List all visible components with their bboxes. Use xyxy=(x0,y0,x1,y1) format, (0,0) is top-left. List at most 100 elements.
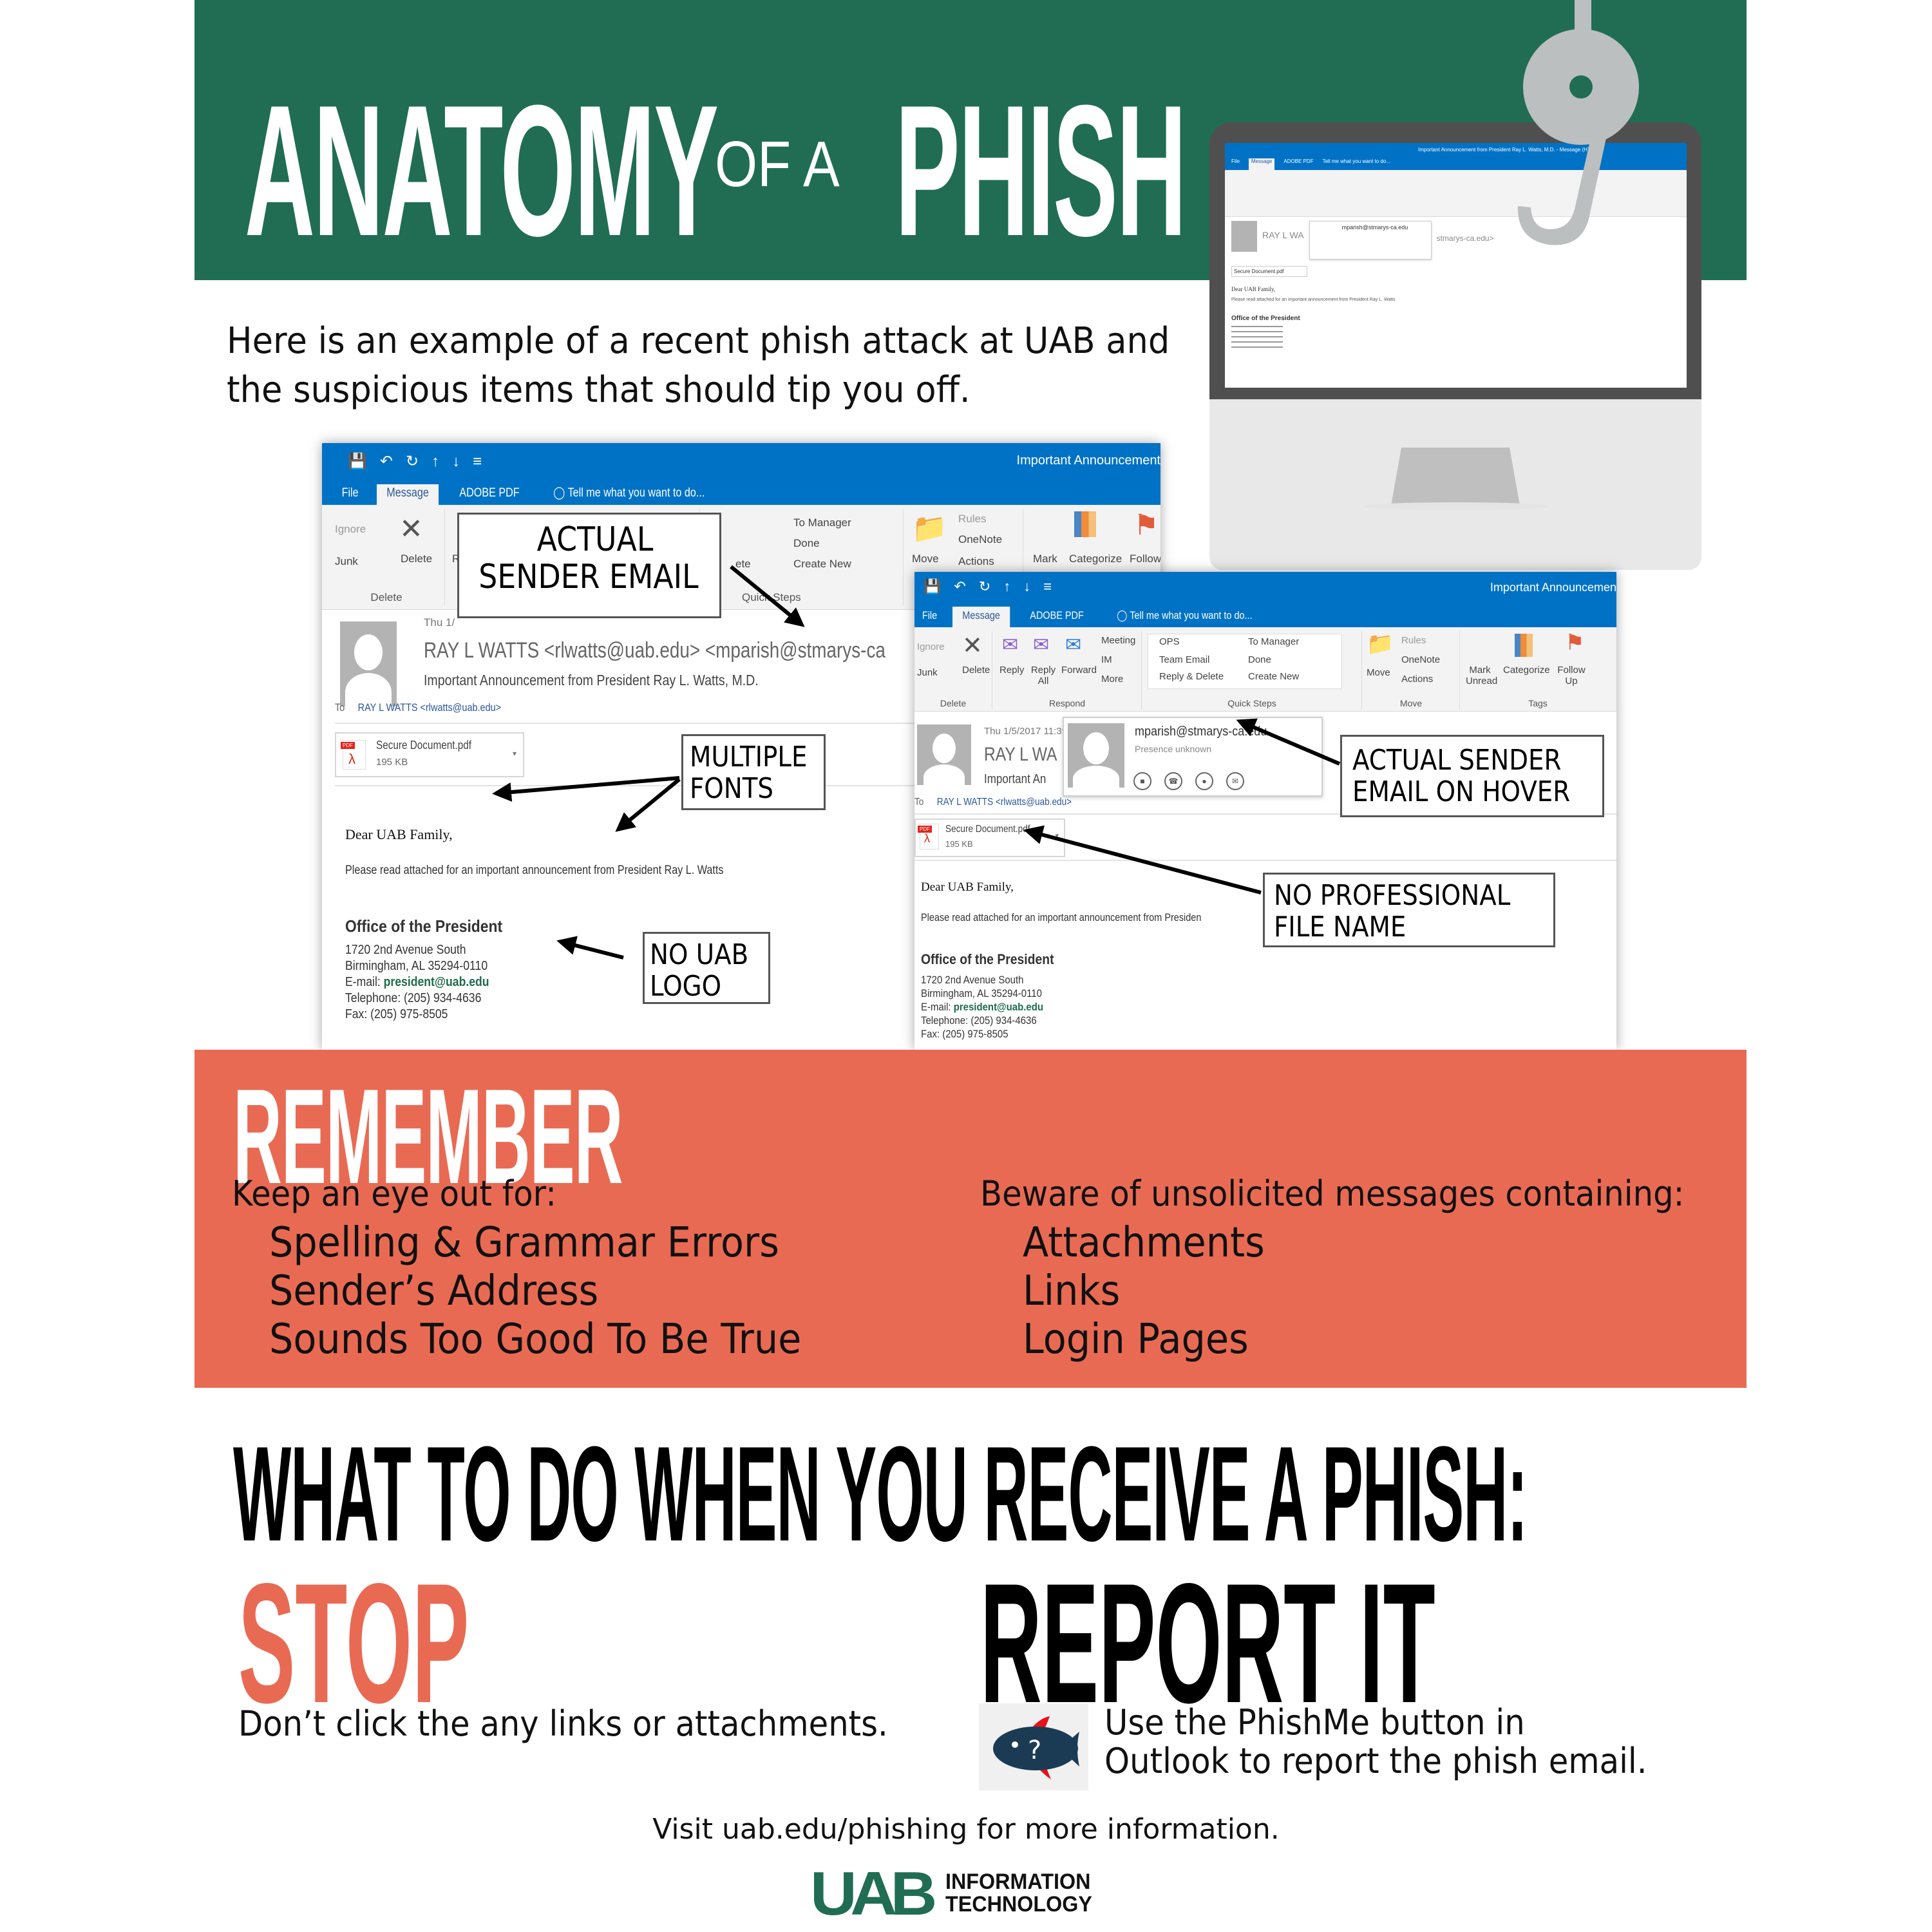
window-titlebar: 💾↶↻↑↓≡ Important Announcement xyxy=(322,443,1160,479)
ribbon-group-respond: ✉ Reply ✉ Reply All ✉ Forward Meeting IM… xyxy=(993,631,1142,710)
junk-button[interactable]: Junk xyxy=(917,667,938,678)
onenote-button[interactable]: OneNote xyxy=(1401,654,1440,665)
follow-up-button[interactable]: Follow xyxy=(1130,553,1160,565)
more-button[interactable]: More xyxy=(1101,674,1123,685)
video-icon[interactable]: ● xyxy=(1195,772,1213,790)
tab-message[interactable]: Message xyxy=(952,607,1010,627)
sig-address-1: 1720 2nd Avenue South xyxy=(921,974,1024,986)
rules-button[interactable]: Rules xyxy=(958,513,986,526)
delete-button[interactable]: Delete xyxy=(401,553,432,565)
group-label: Move xyxy=(1399,698,1423,708)
sender-avatar xyxy=(917,724,971,785)
forward-button[interactable]: Forward xyxy=(1061,665,1097,676)
mark-unread-button[interactable]: Mark xyxy=(1033,553,1057,565)
signature-title: Office of the President xyxy=(345,916,503,936)
attachment-chip[interactable]: PDF λ Secure Document.pdf 195 KB ▾ xyxy=(914,819,1065,857)
title-of-a: OF A xyxy=(715,128,840,200)
attachment-size: 195 KB xyxy=(376,757,408,768)
reply-button[interactable]: Reply xyxy=(999,665,1024,676)
tab-message[interactable]: Message xyxy=(376,484,439,505)
categorize-button[interactable]: Categorize xyxy=(1069,553,1122,565)
quick-access-toolbar-icons: 💾↶↻↑↓≡ xyxy=(923,578,1065,594)
mini-avatar xyxy=(1231,221,1257,252)
quickstep-to-manager[interactable]: To Manager xyxy=(1248,636,1299,647)
callout-multiple-fonts: MULTIPLE FONTS xyxy=(681,734,826,810)
junk-button[interactable]: Junk xyxy=(335,555,358,568)
lightbulb-icon: ◯ xyxy=(553,486,568,500)
ignore-button[interactable]: Ignore xyxy=(335,523,366,536)
reply-all-icon: ✉ xyxy=(1033,634,1050,656)
im-button[interactable]: IM xyxy=(1101,654,1112,665)
rules-button[interactable]: Rules xyxy=(1401,635,1426,646)
ribbon-group-tags: Mark Unread Categorize ⚑ Follow Up Tags xyxy=(1461,630,1615,710)
group-label: Quick Steps xyxy=(742,591,801,603)
sig-email-link[interactable]: president@uab.edu xyxy=(384,975,489,989)
tab-file[interactable]: File xyxy=(914,607,947,627)
quickstep-create-new[interactable]: Create New xyxy=(793,558,851,571)
mini-please: Please read attached for an important an… xyxy=(1231,298,1396,302)
tab-adobe-pdf[interactable]: ADOBE PDF xyxy=(450,484,529,505)
quickstep-team-email[interactable]: Team Email xyxy=(1159,654,1209,665)
tab-adobe-pdf[interactable]: ADOBE PDF xyxy=(1020,607,1094,627)
left-item: Sender’s Address xyxy=(269,1267,599,1315)
from-field[interactable]: RAY L WATTS <rlwatts@uab.edu> <mparish@s… xyxy=(424,638,886,663)
categorize-button[interactable]: Categorize xyxy=(1503,665,1550,676)
attachment-name: Secure Document.pdf xyxy=(376,739,471,752)
group-label: Delete xyxy=(370,591,402,603)
reply-all-button[interactable]: Reply All xyxy=(1030,665,1056,687)
pdf-icon: PDF λ xyxy=(918,824,939,849)
sig-fax: Fax: (205) 975-8505 xyxy=(921,1028,1009,1040)
mini-dear: Dear UAB Family, xyxy=(1231,286,1276,292)
chevron-down-icon: ▾ xyxy=(1055,832,1059,840)
quickstep-reply-delete[interactable]: ete xyxy=(735,558,751,571)
tell-me-search[interactable]: ◯ Tell me what you want to do... xyxy=(1107,607,1262,627)
move-folder-icon: 📁 xyxy=(1367,632,1394,656)
delete-button[interactable]: Delete xyxy=(962,665,990,676)
mini-tab: File xyxy=(1231,158,1240,164)
from-field[interactable]: RAY L WA xyxy=(984,744,1057,766)
quickstep-reply-delete[interactable]: Reply & Delete xyxy=(1159,671,1224,682)
sig-email: E-mail: president@uab.edu xyxy=(921,1001,1043,1013)
ignore-button[interactable]: Ignore xyxy=(917,641,945,652)
quickstep-create-new[interactable]: Create New xyxy=(1248,671,1299,682)
onenote-button[interactable]: OneNote xyxy=(958,533,1002,546)
ribbon-group-delete: Ignore Junk ✕ Delete Delete xyxy=(328,509,445,605)
sig-email-link[interactable]: president@uab.edu xyxy=(954,1001,1043,1013)
to-field[interactable]: To RAY L WATTS <rlwatts@uab.edu> xyxy=(914,797,1072,808)
to-field[interactable]: To RAY L WATTS <rlwatts@uab.edu> xyxy=(335,701,501,714)
quickstep-to-manager[interactable]: To Manager xyxy=(793,516,851,529)
hover-email: mparish@stmarys-ca.edu xyxy=(1135,724,1267,739)
follow-up-button[interactable]: Follow Up xyxy=(1557,665,1586,687)
tab-file[interactable]: File xyxy=(322,484,368,505)
quickstep-done[interactable]: Done xyxy=(1248,654,1271,665)
title-anatomy: ANATOMY xyxy=(245,66,719,275)
attachment-chip[interactable]: PDF λ Secure Document.pdf 195 KB ▾ xyxy=(335,732,524,777)
mini-tab: Message xyxy=(1248,158,1275,170)
title-phish: PHISH xyxy=(895,66,1187,275)
quickstep-ops[interactable]: OPS xyxy=(1159,636,1180,647)
meeting-button[interactable]: Meeting xyxy=(1101,635,1135,646)
presence-status: Presence unknown xyxy=(1135,744,1212,754)
email-icon[interactable]: ✉ xyxy=(1226,772,1244,790)
tell-me-search[interactable]: ◯ Tell me what you want to do... xyxy=(544,484,715,505)
chat-icon[interactable]: ■ xyxy=(1133,772,1151,790)
signature-block: 1720 2nd Avenue South Birmingham, AL 352… xyxy=(921,973,1043,1041)
move-button[interactable]: Move xyxy=(912,553,939,565)
move-button[interactable]: Move xyxy=(1367,667,1390,678)
callout-no-professional-file-name: NO PROFESSIONAL FILE NAME xyxy=(1263,873,1555,947)
sig-address-1: 1720 2nd Avenue South xyxy=(345,943,466,957)
sender-avatar xyxy=(340,621,397,706)
callout-line: FILE NAME xyxy=(1274,911,1406,944)
actions-button[interactable]: Actions xyxy=(1401,674,1433,685)
sig-address-2: Birmingham, AL 35294-0110 xyxy=(921,987,1042,999)
quickstep-done[interactable]: Done xyxy=(793,537,820,550)
phishme-fish-icon[interactable]: ? xyxy=(979,1703,1088,1790)
phone-icon[interactable]: ☎ xyxy=(1164,772,1182,790)
categorize-icon xyxy=(1074,511,1096,537)
actions-button[interactable]: Actions xyxy=(958,555,994,568)
mark-unread-button[interactable]: Mark Unread xyxy=(1466,665,1497,687)
sender-hover-card[interactable]: mparish@stmarys-ca.edu Presence unknown … xyxy=(1063,717,1323,797)
forward-icon: ✉ xyxy=(1065,634,1082,656)
tell-me-label: Tell me what you want to do... xyxy=(567,486,705,500)
what-to-do-heading: WHAT TO DO WHEN YOU RECEIVE A PHISH: xyxy=(233,1418,1528,1569)
